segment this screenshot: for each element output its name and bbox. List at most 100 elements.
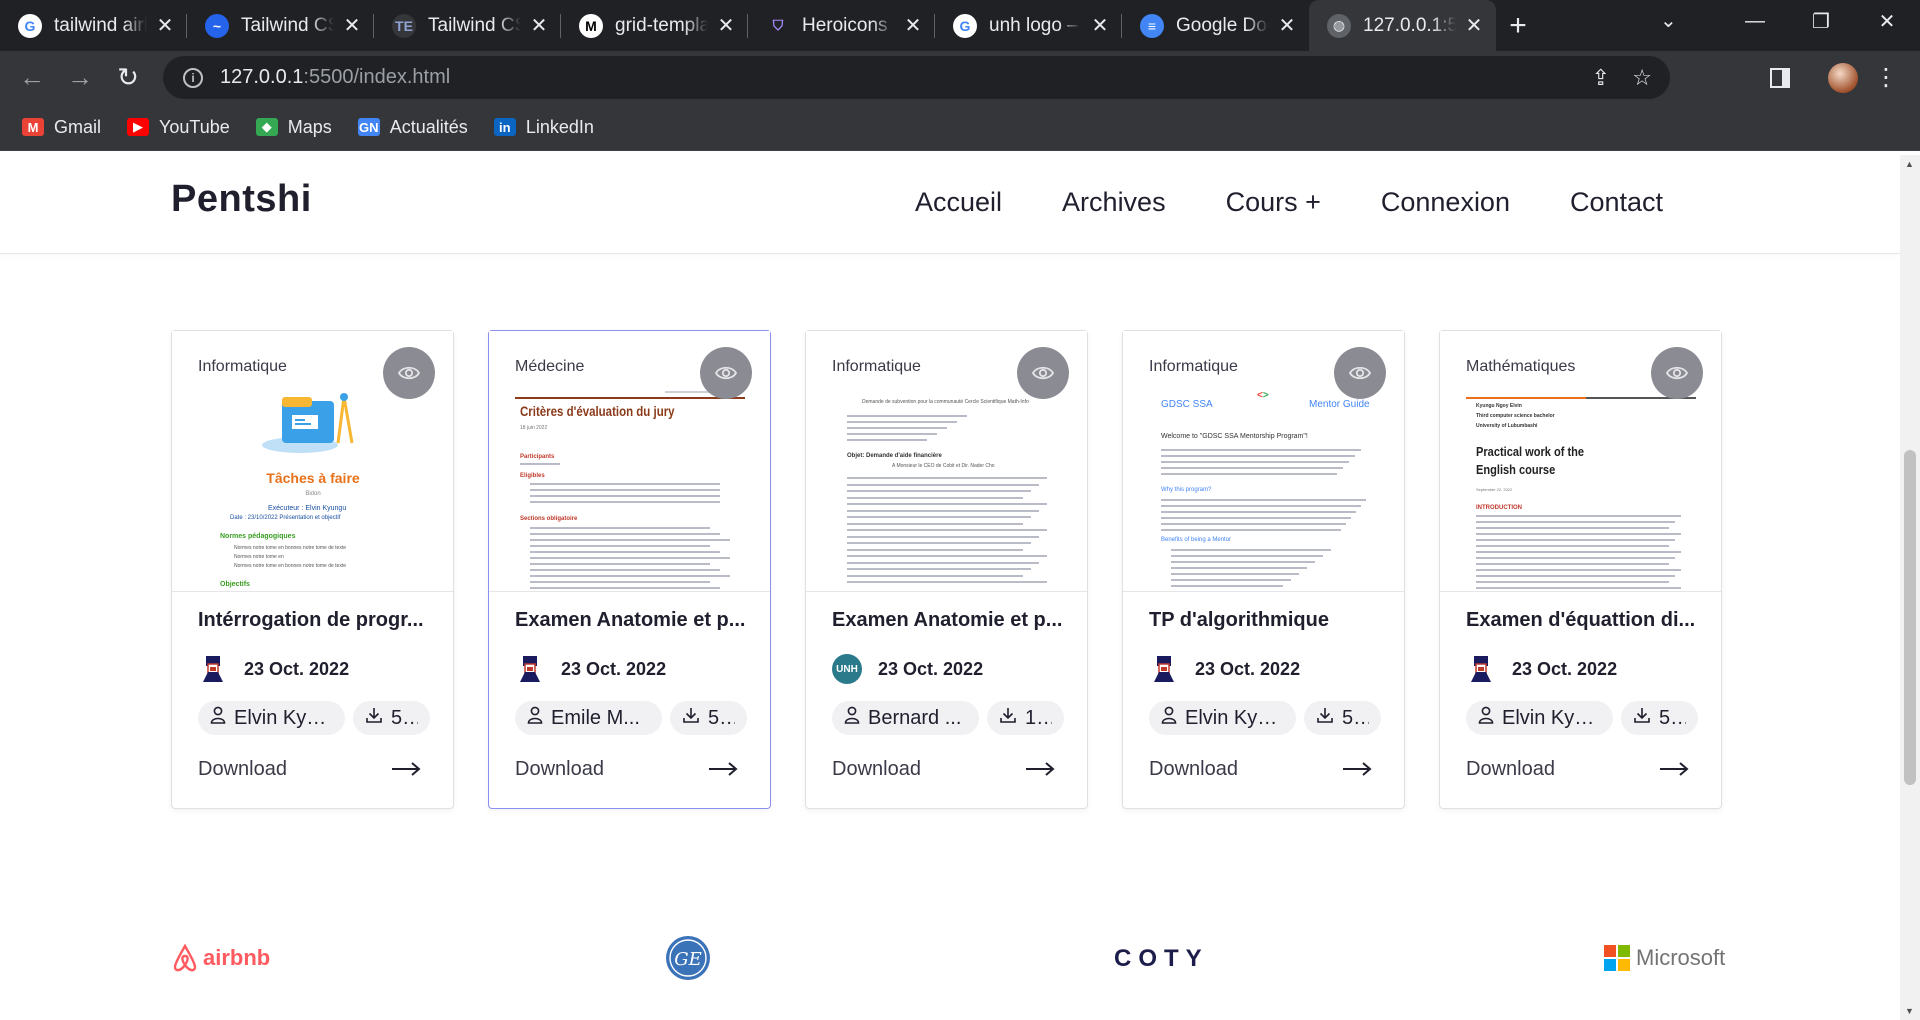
card-thumbnail[interactable]: Kyungu Ngoy Elvin Third computer science … xyxy=(1440,331,1721,592)
close-tab-icon[interactable]: ✕ xyxy=(1464,13,1484,38)
card-thumbnail[interactable]: Tâches à faire Bidon Exécuteur : Elvin Kyu… xyxy=(172,331,453,592)
browser-tab[interactable]: ≡ Google Docs ✕ xyxy=(1122,0,1309,51)
address-bar[interactable]: i 127.0.0.1:5500/index.html ⇪ ☆ xyxy=(163,56,1670,99)
card-thumbnail[interactable]: GDSC SSA Mentor Guide <> Welcome to "GDSC S… xyxy=(1123,331,1404,592)
course-card[interactable]: Tâches à faire Bidon Exécuteur : Elvin Kyu… xyxy=(171,330,454,809)
browser-tab[interactable]: Mgrid-template ✕ xyxy=(561,0,748,51)
nav-link-accueil[interactable]: Accueil xyxy=(915,187,1002,218)
card-thumbnail[interactable]: Demande de subvention pour la communauté… xyxy=(806,331,1087,592)
bookmark-maps[interactable]: ◆ Maps xyxy=(255,117,332,138)
close-tab-icon[interactable]: ✕ xyxy=(716,13,736,38)
close-window-button[interactable]: ✕ xyxy=(1854,9,1920,34)
arrow-right-icon[interactable] xyxy=(1025,761,1055,782)
course-card[interactable]: Kyungu Ngoy Elvin Third computer science … xyxy=(1439,330,1722,809)
page-scrollbar[interactable]: ▲ ▼ xyxy=(1900,155,1920,1020)
author-chip[interactable]: Emile M... xyxy=(515,701,662,735)
new-tab-button[interactable]: + xyxy=(1496,0,1540,51)
url-text[interactable]: 127.0.0.1:5500/index.html xyxy=(220,66,450,89)
profile-avatar[interactable] xyxy=(1828,62,1858,93)
text-line xyxy=(1476,575,1675,577)
downloads-chip[interactable]: 1... xyxy=(987,701,1064,735)
arrow-right-icon[interactable] xyxy=(1659,761,1689,782)
bookmark-gmail[interactable]: M Gmail xyxy=(22,117,101,138)
close-tab-icon[interactable]: ✕ xyxy=(342,13,362,38)
author-chip[interactable]: Elvin Kyu... xyxy=(198,701,345,735)
author-chip[interactable]: Elvin Kyu... xyxy=(1149,701,1296,735)
course-card[interactable]: Demande de subvention pour la communauté… xyxy=(805,330,1088,809)
card-meta: 23 Oct. 2022 xyxy=(1149,654,1300,684)
download-link[interactable]: Download xyxy=(198,758,287,781)
close-tab-icon[interactable]: ✕ xyxy=(529,13,549,38)
course-cards: Tâches à faire Bidon Exécuteur : Elvin Kyu… xyxy=(171,330,1722,809)
back-button[interactable]: ← xyxy=(8,62,56,93)
share-icon[interactable]: ⇪ xyxy=(1592,65,1610,91)
card-thumbnail[interactable]: Critères d'évaluation du jury 18 juin 202… xyxy=(489,331,770,592)
preview-eye-icon[interactable] xyxy=(700,347,752,399)
te-icon: TE xyxy=(392,13,416,38)
nav-link-contact[interactable]: Contact xyxy=(1570,187,1663,218)
scroll-down-arrow[interactable]: ▼ xyxy=(1905,1006,1914,1016)
close-tab-icon[interactable]: ✕ xyxy=(1090,13,1110,38)
text-line xyxy=(530,551,720,553)
author-chip[interactable]: Bernard ... xyxy=(832,701,979,735)
download-link[interactable]: Download xyxy=(515,758,604,781)
arrow-right-icon[interactable] xyxy=(1342,761,1372,782)
forward-button[interactable]: → xyxy=(56,62,104,93)
side-panel-icon[interactable] xyxy=(1770,67,1790,88)
text-line xyxy=(847,516,1031,518)
browser-tab[interactable]: Gunh logo – ✕ xyxy=(935,0,1122,51)
preview-eye-icon[interactable] xyxy=(383,347,435,399)
preview-eye-icon[interactable] xyxy=(1651,347,1703,399)
browser-tab[interactable]: ⛉ Heroicons ✕ xyxy=(748,0,935,51)
nav-link-connexion[interactable]: Connexion xyxy=(1381,187,1510,218)
restore-button[interactable]: ❐ xyxy=(1788,9,1854,34)
bookmark-star-icon[interactable]: ☆ xyxy=(1632,65,1652,91)
download-link[interactable]: Download xyxy=(1149,758,1238,781)
preview-eye-icon[interactable] xyxy=(1017,347,1069,399)
browser-tab[interactable]: ~ Tailwind CSS ✕ xyxy=(187,0,374,51)
download-link[interactable]: Download xyxy=(832,758,921,781)
author-chip[interactable]: Elvin Kyu... xyxy=(1466,701,1613,735)
downloads-chip[interactable]: 5... xyxy=(353,701,430,735)
arrow-right-icon[interactable] xyxy=(708,761,738,782)
tab-search-icon[interactable]: ⌄ xyxy=(1660,8,1677,33)
text-line xyxy=(1161,523,1346,525)
info-icon[interactable]: i xyxy=(183,67,203,88)
arrow-right-icon[interactable] xyxy=(391,761,421,782)
reload-button[interactable]: ↻ xyxy=(104,62,152,93)
card-title[interactable]: TP d'algorithmique xyxy=(1149,609,1389,632)
doc-sub: 18 juin 2022 xyxy=(520,425,548,431)
ge-logo: GE xyxy=(665,935,711,981)
card-title[interactable]: Examen Anatomie et p... xyxy=(832,609,1072,632)
card-title[interactable]: Examen Anatomie et p... xyxy=(515,609,755,632)
course-card[interactable]: GDSC SSA Mentor Guide <> Welcome to "GDSC S… xyxy=(1122,330,1405,809)
downloads-chip[interactable]: 5... xyxy=(1304,701,1381,735)
bookmark-actualités[interactable]: GN Actualités xyxy=(357,117,468,138)
text-line xyxy=(1161,449,1361,451)
scroll-up-arrow[interactable]: ▲ xyxy=(1905,159,1914,169)
bookmark-linkedin[interactable]: in LinkedIn xyxy=(493,117,594,138)
close-tab-icon[interactable]: ✕ xyxy=(1277,13,1297,38)
card-title[interactable]: Intérrogation de progr... xyxy=(198,609,438,632)
doc-line: Third computer science bachelor xyxy=(1476,413,1555,419)
ge-icon: GE xyxy=(666,936,710,980)
browser-tab[interactable]: ◍ 127.0.0.1:5500 ✕ xyxy=(1309,0,1496,51)
browser-tab[interactable]: TE Tailwind CSS ✕ xyxy=(374,0,561,51)
downloads-chip[interactable]: 5... xyxy=(1621,701,1698,735)
bookmark-youtube[interactable]: ▶ YouTube xyxy=(127,117,230,138)
card-title[interactable]: Examen d'équattion di... xyxy=(1466,609,1706,632)
scrollbar-thumb[interactable] xyxy=(1904,450,1916,785)
downloads-chip[interactable]: 5... xyxy=(670,701,747,735)
download-link[interactable]: Download xyxy=(1466,758,1555,781)
user-icon xyxy=(1478,706,1494,730)
nav-link-archives[interactable]: Archives xyxy=(1062,187,1166,218)
close-tab-icon[interactable]: ✕ xyxy=(155,13,175,38)
close-tab-icon[interactable]: ✕ xyxy=(903,13,923,38)
minimize-button[interactable]: — xyxy=(1722,10,1788,33)
course-card[interactable]: Critères d'évaluation du jury 18 juin 202… xyxy=(488,330,771,809)
preview-eye-icon[interactable] xyxy=(1334,347,1386,399)
menu-kebab-icon[interactable]: ⋮ xyxy=(1874,63,1898,92)
site-brand[interactable]: Pentshi xyxy=(171,178,312,221)
nav-link-cours[interactable]: Cours + xyxy=(1226,187,1321,218)
browser-tab[interactable]: Gtailwind airbnb ✕ xyxy=(0,0,187,51)
